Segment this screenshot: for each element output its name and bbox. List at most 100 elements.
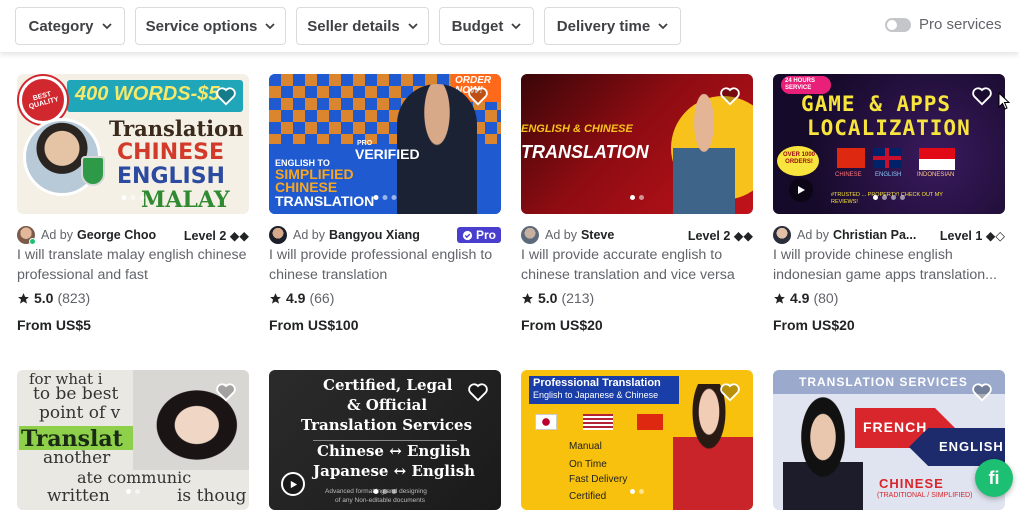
gig-card[interactable]: Certified, Legal & Official Translation … bbox=[269, 370, 501, 510]
gig-card[interactable]: TRANSLATION SERVICES FRENCH ENGLISH CHIN… bbox=[773, 370, 1005, 510]
service-options-filter[interactable]: Service options bbox=[135, 7, 286, 45]
carousel-dots[interactable] bbox=[873, 195, 905, 200]
gig-thumbnail[interactable]: for what i to be best point of v Transla… bbox=[17, 370, 249, 510]
star-icon bbox=[270, 292, 281, 304]
gig-price[interactable]: From US$20 bbox=[773, 317, 855, 333]
gig-card[interactable]: Professional Translation English to Japa… bbox=[521, 370, 753, 510]
seller-row: Ad by Bangyou Xiang Pro bbox=[269, 225, 501, 245]
star-icon bbox=[522, 292, 533, 304]
seller-photo bbox=[673, 94, 735, 214]
gig-card[interactable]: 24 HOURS SERVICE GAME & APPS LOCALIZATIO… bbox=[773, 74, 1005, 333]
seller-name[interactable]: Bangyou Xiang bbox=[329, 228, 420, 242]
chevron-down-icon bbox=[265, 23, 275, 30]
delivery-time-filter-label: Delivery time bbox=[556, 17, 651, 35]
seller-name[interactable]: Christian Pa... bbox=[833, 228, 916, 242]
seller-photo bbox=[783, 396, 863, 510]
seller-row: Ad by Christian Pa... Level 1 ◆◇ bbox=[773, 225, 1005, 245]
pro-services-label: Pro services bbox=[919, 16, 1002, 33]
heart-icon[interactable] bbox=[467, 382, 489, 402]
carousel-dots[interactable] bbox=[630, 489, 644, 494]
gig-price[interactable]: From US$100 bbox=[269, 317, 358, 333]
thumb-text: 400 WORDS-$5 bbox=[75, 83, 220, 105]
heart-icon[interactable] bbox=[215, 382, 237, 402]
avatar[interactable] bbox=[521, 226, 539, 244]
rating: 4.9 (66) bbox=[269, 290, 334, 306]
rating: 5.0 (213) bbox=[521, 290, 594, 306]
heart-icon[interactable] bbox=[467, 86, 489, 106]
flag-china bbox=[637, 414, 663, 430]
verified-icon bbox=[462, 230, 473, 240]
gig-thumbnail[interactable]: 24 HOURS SERVICE GAME & APPS LOCALIZATIO… bbox=[773, 74, 1005, 214]
gig-card[interactable]: for what i to be best point of v Transla… bbox=[17, 370, 249, 510]
gig-thumbnail[interactable]: Professional Translation English to Japa… bbox=[521, 370, 753, 510]
seller-details-filter[interactable]: Seller details bbox=[296, 7, 429, 45]
flag-china bbox=[837, 148, 865, 168]
gig-title[interactable]: I will provide chinese english indonesia… bbox=[773, 245, 1005, 285]
play-icon[interactable] bbox=[789, 178, 813, 202]
fiverr-logo-icon: fi bbox=[988, 467, 1000, 488]
flag-usa bbox=[583, 414, 613, 430]
star-icon bbox=[18, 292, 29, 304]
flag-japan bbox=[535, 414, 557, 430]
filter-bar: Category Service options Seller details … bbox=[0, 0, 1019, 52]
heart-icon[interactable] bbox=[971, 382, 993, 402]
play-icon[interactable] bbox=[281, 472, 305, 496]
trusted-seller-seal bbox=[81, 156, 105, 186]
gig-thumbnail[interactable]: Certified, Legal & Official Translation … bbox=[269, 370, 501, 510]
gig-thumbnail[interactable]: 400 WORDS-$5 BEST QUALITY Translation CH… bbox=[17, 74, 249, 214]
gig-title[interactable]: I will provide professional english to c… bbox=[269, 245, 501, 285]
gig-price[interactable]: From US$5 bbox=[17, 317, 91, 333]
flag-uk bbox=[873, 148, 901, 168]
gig-title[interactable]: I will provide accurate english to chine… bbox=[521, 245, 753, 285]
pro-badge: Pro bbox=[456, 227, 501, 243]
carousel-dots[interactable] bbox=[126, 489, 140, 494]
service-options-filter-label: Service options bbox=[145, 17, 258, 35]
carousel-dots[interactable] bbox=[373, 195, 397, 200]
chevron-down-icon bbox=[511, 23, 521, 30]
cursor-icon bbox=[998, 92, 1010, 110]
gig-thumbnail[interactable]: ORDER NOW! PRO VERIFIED ENGLISH TO SIMPL… bbox=[269, 74, 501, 214]
chevron-down-icon bbox=[408, 23, 418, 30]
carousel-dots[interactable] bbox=[121, 195, 145, 200]
pro-services-toggle[interactable]: Pro services bbox=[885, 16, 1002, 33]
rating: 5.0 (823) bbox=[17, 290, 90, 306]
heart-icon[interactable] bbox=[719, 382, 741, 402]
gig-thumbnail[interactable]: TRANSLATION SERVICES FRENCH ENGLISH CHIN… bbox=[773, 370, 1005, 510]
gig-card[interactable]: ORDER NOW! PRO VERIFIED ENGLISH TO SIMPL… bbox=[269, 74, 501, 333]
gig-price[interactable]: From US$20 bbox=[521, 317, 603, 333]
seller-level: Level 2 ◆◆ bbox=[687, 228, 753, 243]
gig-card[interactable]: 400 WORDS-$5 BEST QUALITY Translation CH… bbox=[17, 74, 249, 333]
chevron-down-icon bbox=[101, 23, 112, 30]
seller-level: Level 1 ◆◇ bbox=[939, 228, 1005, 243]
avatar[interactable] bbox=[269, 226, 287, 244]
rating: 4.9 (80) bbox=[773, 290, 838, 306]
carousel-dots[interactable] bbox=[630, 195, 644, 200]
gig-thumbnail[interactable]: ENGLISH & CHINESE TRANSLATION bbox=[521, 74, 753, 214]
delivery-time-filter[interactable]: Delivery time bbox=[544, 7, 681, 45]
star-icon bbox=[774, 292, 785, 304]
seller-row: Ad by George Choo Level 2 ◆◆ bbox=[17, 225, 249, 245]
toggle-switch[interactable] bbox=[885, 17, 911, 32]
category-filter-label: Category bbox=[28, 17, 94, 35]
best-quality-badge: BEST QUALITY bbox=[19, 76, 67, 124]
avatar[interactable] bbox=[773, 226, 791, 244]
category-filter[interactable]: Category bbox=[15, 7, 125, 45]
seller-photo bbox=[673, 384, 753, 510]
heart-icon[interactable] bbox=[971, 86, 993, 106]
heart-icon[interactable] bbox=[719, 86, 741, 106]
carousel-dots[interactable] bbox=[373, 489, 397, 494]
seller-level: Level 2 ◆◆ bbox=[183, 228, 249, 243]
flag-indonesia bbox=[919, 148, 955, 170]
seller-name[interactable]: Steve bbox=[581, 228, 614, 242]
heart-icon[interactable] bbox=[215, 86, 237, 106]
seller-row: Ad by Steve Level 2 ◆◆ bbox=[521, 225, 753, 245]
chat-button[interactable]: fi bbox=[975, 459, 1013, 497]
seller-details-filter-label: Seller details bbox=[307, 17, 400, 35]
avatar[interactable] bbox=[17, 226, 36, 245]
gig-card[interactable]: ENGLISH & CHINESE TRANSLATION Ad by Stev… bbox=[521, 74, 753, 333]
seller-name[interactable]: George Choo bbox=[77, 228, 156, 242]
budget-filter-label: Budget bbox=[451, 17, 504, 35]
gig-title[interactable]: I will translate malay english chinese p… bbox=[17, 245, 249, 285]
chevron-down-icon bbox=[658, 23, 668, 30]
budget-filter[interactable]: Budget bbox=[439, 7, 534, 45]
